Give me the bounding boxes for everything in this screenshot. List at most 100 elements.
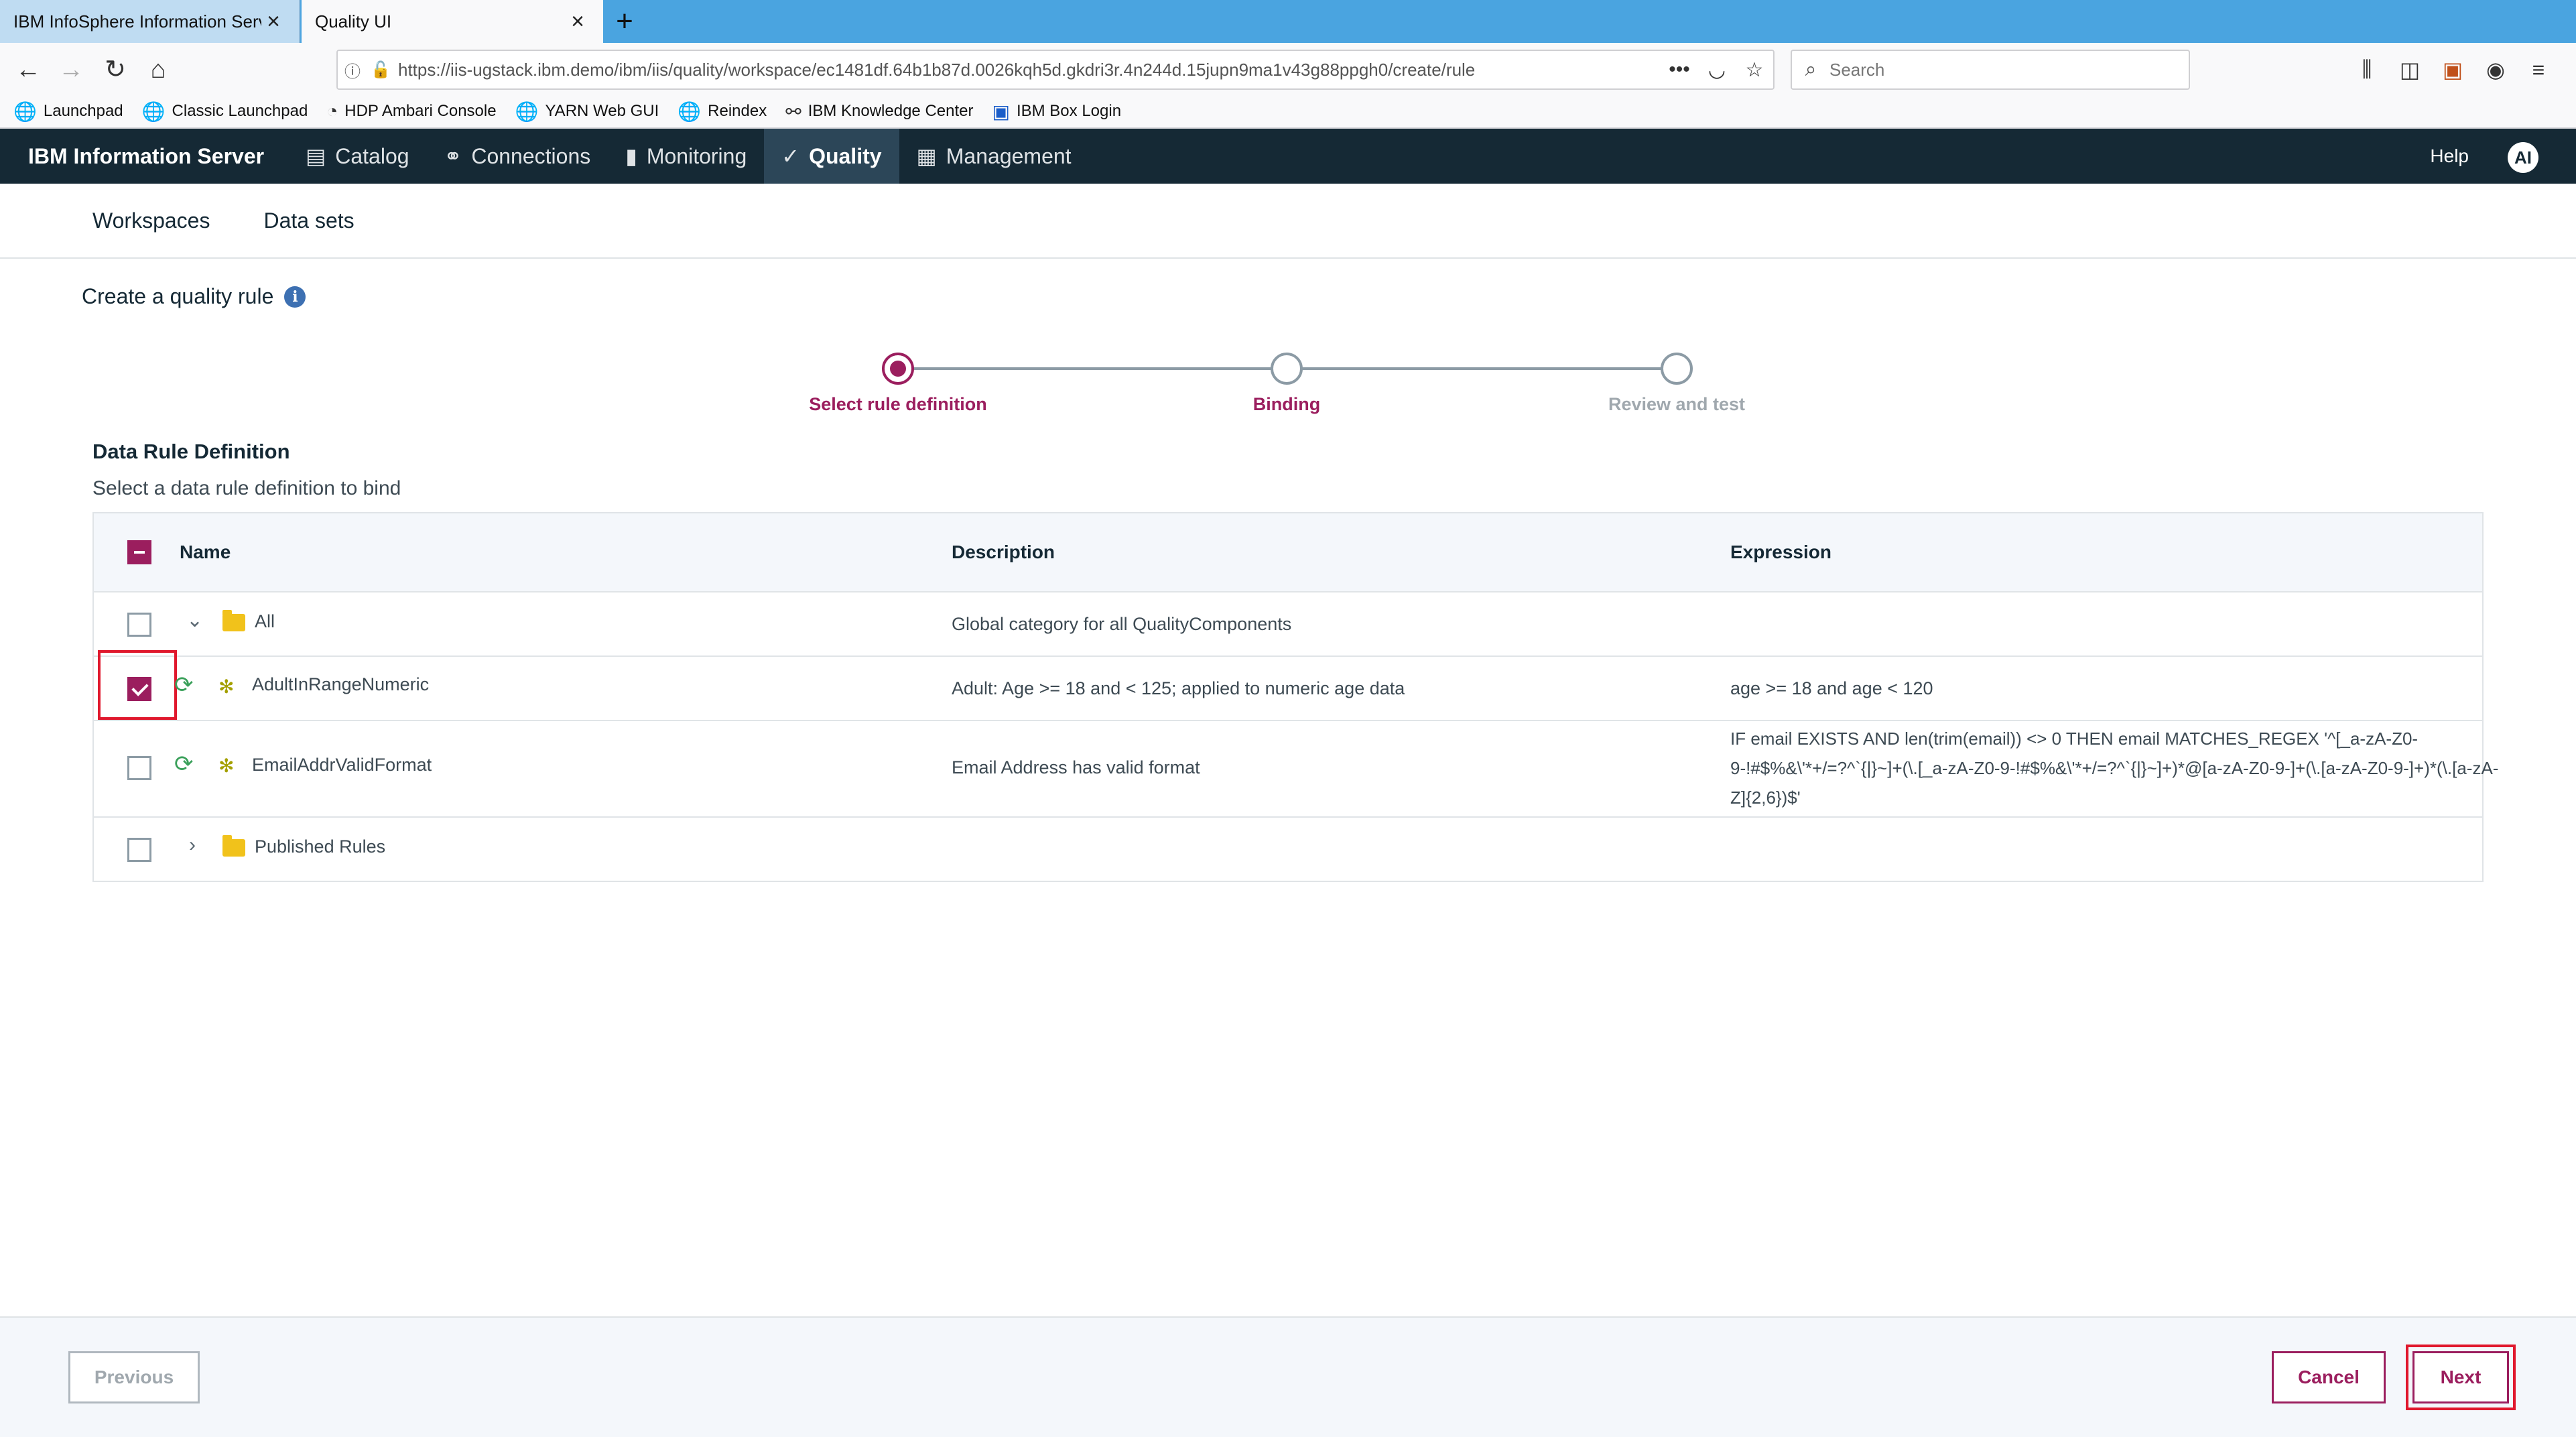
- select-all-checkbox[interactable]: [127, 540, 151, 564]
- info-icon[interactable]: i: [284, 286, 306, 308]
- row-checkbox[interactable]: [127, 756, 151, 780]
- info-circle-icon[interactable]: ⓘ: [338, 58, 367, 82]
- bookmark-knowledge-center[interactable]: ⚯ IBM Knowledge Center: [785, 101, 973, 123]
- home-icon[interactable]: ⌂: [139, 51, 177, 88]
- row-description: Email Address has valid format: [952, 757, 1200, 777]
- management-icon: ▦: [916, 144, 937, 168]
- folder-icon: [222, 835, 245, 857]
- url-text[interactable]: https://iis-ugstack.ibm.demo/ibm/iis/qua…: [394, 60, 1661, 80]
- secondary-nav: Workspaces Data sets: [0, 184, 2576, 259]
- globe-icon: 🌐: [141, 101, 166, 122]
- ambari-icon: ◔: [326, 101, 338, 121]
- folder-icon: [222, 610, 245, 631]
- previous-button[interactable]: Previous: [68, 1351, 200, 1403]
- rule-definition-icon: ✻: [218, 755, 235, 776]
- catalog-icon: ▤: [306, 144, 326, 168]
- bookmark-classic-launchpad[interactable]: 🌐 Classic Launchpad: [142, 101, 308, 123]
- pocket-icon[interactable]: ◡: [1698, 58, 1736, 82]
- page-title-wrap: Create a quality rule i: [82, 284, 306, 309]
- table-row[interactable]: ⌄ All Global category for all QualityCom…: [94, 592, 2482, 657]
- app-header: IBM Information Server ▤ Catalog ⚭ Connect…: [0, 129, 2576, 184]
- row-checkbox[interactable]: [127, 613, 151, 637]
- address-bar[interactable]: ⓘ 🔓 https://iis-ugstack.ibm.demo/ibm/iis…: [336, 50, 1775, 90]
- help-link[interactable]: Help: [2430, 129, 2469, 184]
- sidebar-icon[interactable]: ◫: [2388, 57, 2431, 82]
- nav-connections[interactable]: ⚭ Connections: [427, 129, 608, 184]
- search-placeholder: Search: [1829, 59, 1885, 80]
- browser-toolbar-right: ⫼ ◫ ▣ ◉ ≡: [2345, 51, 2560, 88]
- bookmark-star-icon[interactable]: ☆: [1736, 58, 1773, 82]
- row-name[interactable]: AdultInRangeNumeric: [252, 674, 429, 695]
- new-tab-plus-icon[interactable]: +: [607, 4, 642, 39]
- table-row[interactable]: ⟳ ✻ AdultInRangeNumeric Adult: Age >= 18…: [94, 650, 2482, 721]
- globe-icon: 🌐: [13, 101, 37, 122]
- nav-quality[interactable]: ✓ Quality: [764, 129, 899, 184]
- library-icon[interactable]: ⫼: [2345, 57, 2388, 82]
- column-header-expression[interactable]: Expression: [1730, 542, 1831, 563]
- row-expression: IF email EXISTS AND len(trim(email)) <> …: [1730, 729, 2499, 808]
- bookmark-launchpad[interactable]: 🌐 Launchpad: [13, 101, 123, 123]
- browser-search-box[interactable]: ⌕ Search: [1791, 50, 2190, 90]
- back-arrow-icon[interactable]: ←: [9, 51, 47, 88]
- row-expression: age >= 18 and age < 120: [1730, 678, 1933, 698]
- bookmark-yarn[interactable]: 🌐 YARN Web GUI: [515, 101, 659, 123]
- step-label-review: Review and test: [1608, 394, 1746, 414]
- account-icon[interactable]: ◉: [2474, 57, 2517, 82]
- tab-title: Quality UI: [315, 11, 392, 32]
- nav-management[interactable]: ▦ Management: [899, 129, 1089, 184]
- table-row[interactable]: ⟳ ✻ EmailAddrValidFormat Email Address h…: [94, 721, 2498, 818]
- step-dot-select-rule[interactable]: [882, 353, 914, 385]
- progress-line: [898, 367, 1287, 370]
- close-icon[interactable]: ×: [566, 9, 590, 35]
- more-actions-icon[interactable]: •••: [1661, 58, 1698, 81]
- bookmark-hdp-ambari[interactable]: ◔ HDP Ambari Console: [326, 101, 496, 122]
- next-button[interactable]: Next: [2412, 1351, 2509, 1403]
- row-name[interactable]: All: [255, 611, 275, 632]
- box-icon: ▣: [992, 101, 1010, 122]
- menu-hamburger-icon[interactable]: ≡: [2517, 58, 2560, 82]
- row-name[interactable]: Published Rules: [255, 836, 385, 857]
- tab-title: IBM InfoSphere Information Server: [13, 11, 261, 32]
- globe-icon: 🌐: [678, 101, 702, 122]
- reload-icon[interactable]: ↻: [96, 51, 134, 88]
- user-avatar[interactable]: AI: [2508, 142, 2538, 173]
- app-brand[interactable]: IBM Information Server: [0, 129, 288, 184]
- column-header-description[interactable]: Description: [952, 542, 1055, 563]
- subnav-workspaces[interactable]: Workspaces: [92, 208, 210, 233]
- browser-tab-quality-ui[interactable]: Quality UI ×: [302, 0, 603, 43]
- bookmark-reindex[interactable]: 🌐 Reindex: [678, 101, 767, 123]
- nav-catalog[interactable]: ▤ Catalog: [288, 129, 427, 184]
- search-icon: ⌕: [1805, 58, 1817, 80]
- row-checkbox[interactable]: [127, 838, 151, 862]
- table-row[interactable]: › Published Rules: [94, 818, 2482, 882]
- chevron-down-icon[interactable]: ⌄: [186, 609, 203, 632]
- column-header-name[interactable]: Name: [180, 542, 231, 563]
- insecure-lock-icon[interactable]: 🔓: [367, 60, 394, 80]
- cancel-button[interactable]: Cancel: [2272, 1351, 2386, 1403]
- nav-monitoring[interactable]: ▮ Monitoring: [608, 129, 764, 184]
- close-icon[interactable]: ×: [261, 9, 285, 35]
- bookmarks-bar: 🌐 Launchpad 🌐 Classic Launchpad ◔ HDP Ambar…: [0, 95, 2576, 129]
- sync-icon: ⟳: [174, 672, 194, 698]
- monitoring-icon: ▮: [625, 144, 637, 168]
- step-dot-binding[interactable]: [1271, 353, 1303, 385]
- section-title: Data Rule Definition: [92, 440, 290, 463]
- chevron-right-icon[interactable]: ›: [189, 834, 196, 857]
- forward-arrow-icon[interactable]: →: [52, 51, 90, 88]
- globe-icon: 🌐: [515, 101, 539, 122]
- step-label-select-rule: Select rule definition: [809, 394, 987, 414]
- step-label-binding: Binding: [1252, 394, 1321, 414]
- bookmark-box-login[interactable]: ▣ IBM Box Login: [992, 101, 1121, 123]
- subnav-data-sets[interactable]: Data sets: [263, 208, 354, 233]
- selection-highlight: [98, 650, 177, 720]
- progress-line: [1287, 367, 1677, 370]
- row-description: Adult: Age >= 18 and < 125; applied to n…: [952, 678, 1405, 698]
- page-title: Create a quality rule: [82, 284, 274, 308]
- extension-icon[interactable]: ▣: [2431, 57, 2474, 82]
- wizard-footer: [0, 1316, 2576, 1437]
- row-name[interactable]: EmailAddrValidFormat: [252, 755, 432, 775]
- knowledge-icon: ⚯: [785, 101, 801, 122]
- rule-definition-table: Name Description Expression ⌄ All Global…: [92, 512, 2498, 882]
- browser-tab-infosphere[interactable]: IBM InfoSphere Information Server ×: [0, 0, 300, 43]
- step-dot-review[interactable]: [1661, 353, 1693, 385]
